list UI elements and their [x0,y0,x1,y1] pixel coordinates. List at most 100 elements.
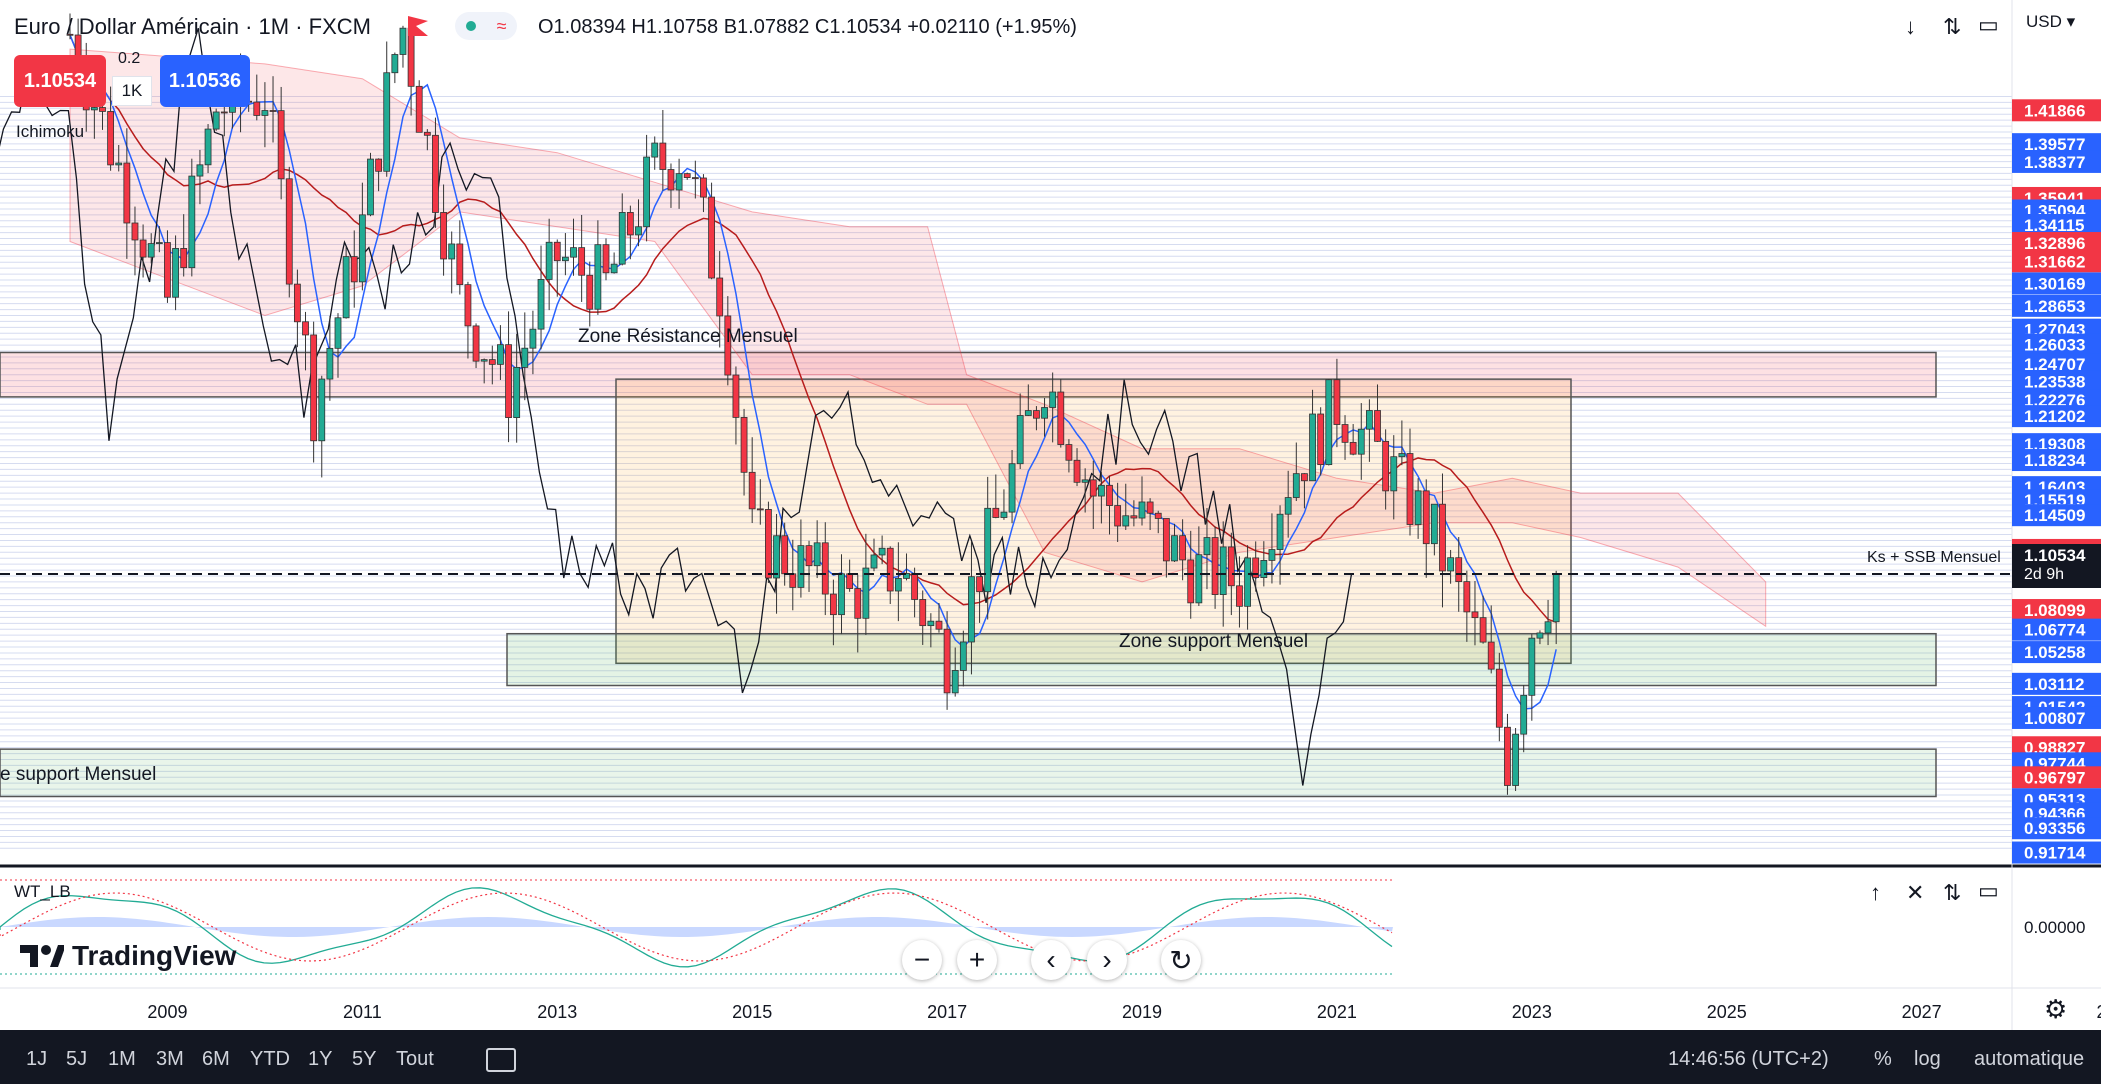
lower-support-zone-label: e support Mensuel [0,764,157,785]
tradingview-icon [20,945,64,967]
oscillator-histogram [0,917,1393,937]
market-status[interactable]: ≈ [455,12,517,40]
candle [472,323,480,369]
reset-icon: ↻ [1169,944,1193,976]
oscillator-value: 0.00000 [2024,918,2086,937]
auto-toggle[interactable]: automatique [1974,1048,2084,1071]
tradingview-logo[interactable]: TradingView [20,940,236,972]
zoom-out-button[interactable]: − [902,940,942,980]
symbol-title[interactable]: Euro / Dollar Américain · 1M · FXCM [14,14,371,40]
quantity-field[interactable]: 1K [112,76,152,106]
time-axis-label: 2019 [1122,1002,1162,1022]
scroll-left-button[interactable]: ‹ [1031,940,1071,980]
timeframe-button[interactable]: YTD [250,1048,290,1071]
zoom-in-button[interactable]: + [957,940,997,980]
candle [765,501,772,583]
indicator-label[interactable]: Ichimoku [16,122,84,142]
current-price-box: 1.10534 2d 9h [2012,544,2101,588]
bar-countdown: 2d 9h [2024,566,2065,583]
candle [1325,379,1333,466]
svg-text:1.03112: 1.03112 [2024,675,2085,694]
timeframe-button[interactable]: 1M [108,1048,136,1071]
svg-text:1.28653: 1.28653 [2024,297,2085,316]
price-axis-label: 1.28653 [2012,294,2101,317]
time-axis-label: 2021 [1317,1002,1357,1022]
date-range-icon[interactable] [486,1048,516,1072]
current-price-value: 1.10534 [2024,546,2086,565]
price-axis-label: 0.91714 [2012,841,2101,864]
arrow-down-icon[interactable]: ↓ [1905,14,1916,40]
time-axis-label: 2017 [927,1002,967,1022]
collapse-icon[interactable]: ⇅ [1943,14,1961,40]
settings-gear-icon[interactable]: ⚙ [2044,994,2067,1025]
price-axis-label: 1.26033 [2012,333,2101,356]
price-axis-label: 1.21202 [2012,405,2101,428]
candle [212,108,220,131]
timeframe-button[interactable]: 1Y [308,1048,332,1071]
oscillator-label[interactable]: WT_LB [14,882,71,902]
candle [367,152,374,217]
candle [188,158,196,277]
svg-text:1.06774: 1.06774 [2024,621,2086,640]
price-axis-label: 1.30169 [2012,272,2101,295]
percent-toggle[interactable]: % [1874,1048,1892,1071]
time-axis: 2009 2011 2013 2015 2017 2019 2021 2023 2025 2027… [147,1002,2101,1022]
maximize-icon[interactable]: ▭ [1978,12,1999,38]
svg-text:1.31662: 1.31662 [2024,252,2085,271]
buy-button[interactable]: 1.10536 [160,55,250,107]
time-axis-label: 2015 [732,1002,772,1022]
price-axis-label: 1.03112 [2012,672,2101,695]
timeframe-button[interactable]: 5J [66,1048,87,1071]
chevron-right-icon: › [1102,944,1112,975]
svg-text:0.91714: 0.91714 [2024,844,2086,863]
support-zone-label: Zone support Mensuel [1119,631,1309,652]
price-axis-label: 1.38377 [2012,150,2101,173]
sell-button[interactable]: 1.10534 [14,55,106,107]
chevron-left-icon: ‹ [1046,944,1056,975]
timeframe-button[interactable]: 1J [26,1048,47,1071]
plus-icon: + [968,944,986,975]
svg-text:1.41866: 1.41866 [2024,101,2085,120]
svg-text:1.08099: 1.08099 [2024,601,2085,620]
price-axis-label: 0.96797 [2012,766,2101,789]
candle [415,80,423,133]
timeframe-button[interactable]: 6M [202,1048,230,1071]
timeframe-button[interactable]: 5Y [352,1048,376,1071]
clock[interactable]: 14:46:56 (UTC+2) [1668,1048,1829,1071]
close-icon[interactable]: ✕ [1906,880,1924,906]
spread-value: 0.2 [118,50,141,67]
svg-text:1.00807: 1.00807 [2024,709,2085,728]
price-axis-label: 1.06774 [2012,618,2101,641]
price-axis-label: 1.31662 [2012,250,2101,273]
svg-text:1.32896: 1.32896 [2024,234,2085,253]
time-axis-label: 2027 [1902,1002,1942,1022]
svg-text:1.38377: 1.38377 [2024,153,2085,172]
svg-text:1.26033: 1.26033 [2024,336,2085,355]
svg-text:1.14509: 1.14509 [2024,506,2085,525]
price-axis-label: 1.18234 [2012,449,2101,472]
resistance-zone-label: Zone Résistance Mensuel [578,326,798,347]
svg-text:0.96797: 0.96797 [2024,768,2085,787]
lower-support-zone[interactable] [0,748,1937,798]
ks-ssb-label: Ks + SSB Mensuel [1867,549,2001,566]
timeframe-button[interactable]: 3M [156,1048,184,1071]
reset-button[interactable]: ↻ [1161,940,1201,980]
price-chart[interactable]: 2009 2011 2013 2015 2017 2019 2021 2023 2025 2027… [0,0,2101,1084]
minus-icon: − [913,944,931,975]
time-axis-label: 2009 [147,1002,187,1022]
candle [708,182,715,280]
price-axis-label: 1.00807 [2012,706,2101,729]
svg-text:1.18234: 1.18234 [2024,451,2086,470]
timeframe-button[interactable]: Tout [396,1048,434,1071]
time-axis-label: 2011 [343,1002,382,1022]
candle [285,166,293,298]
sell-price: 1.10534 [23,69,97,92]
collapse-pane-icon[interactable]: ⇅ [1943,880,1961,906]
currency-selector[interactable]: USD ▾ [2026,12,2075,32]
price-axis[interactable]: 1.418661.395771.383771.359411.350941.341… [2012,99,2101,864]
scroll-right-button[interactable]: › [1087,940,1127,980]
svg-text:1.30169: 1.30169 [2024,274,2085,293]
maximize-pane-icon[interactable]: ▭ [1978,878,1999,904]
log-toggle[interactable]: log [1914,1048,1941,1071]
move-up-icon[interactable]: ↑ [1870,880,1881,906]
